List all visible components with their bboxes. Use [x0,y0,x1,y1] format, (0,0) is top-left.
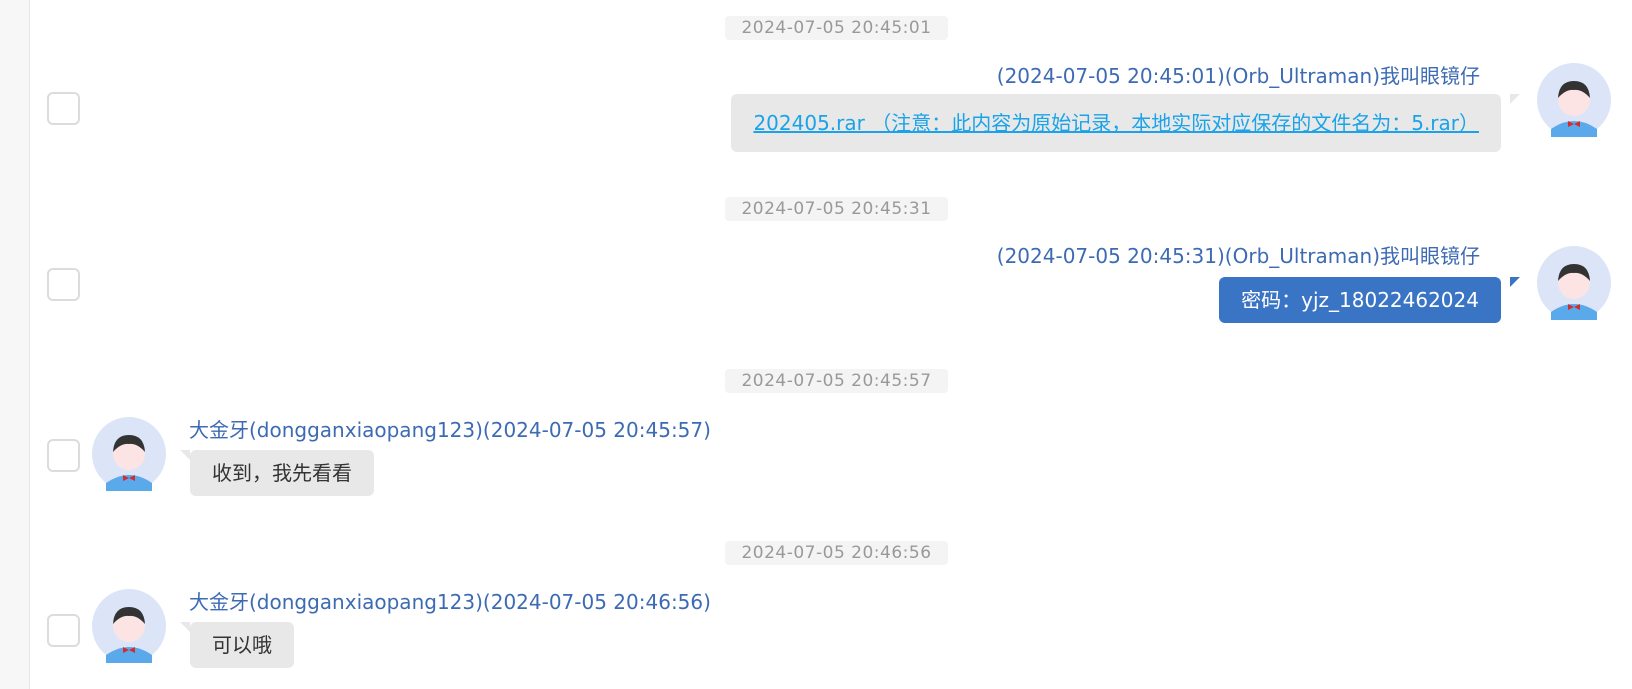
message-timestamp: 2024-07-05 20:45:57 [725,369,948,393]
avatar-icon[interactable] [1537,63,1611,137]
message-select-checkbox[interactable] [47,92,80,125]
message-select-checkbox[interactable] [47,614,80,647]
avatar-icon[interactable] [1537,246,1611,320]
message-timestamp: 2024-07-05 20:45:31 [725,197,948,221]
message-timestamp: 2024-07-05 20:45:01 [725,16,948,40]
sender-label: 大金牙(dongganxiaopang123)(2024-07-05 20:46… [189,590,711,614]
avatar-icon[interactable] [92,417,166,491]
message-timestamp: 2024-07-05 20:46:56 [725,541,948,565]
bubble-tail [180,450,190,460]
file-message-bubble: 202405.rar （注意：此内容为原始记录，本地实际对应保存的文件名为：5.… [731,94,1501,152]
sender-label: 大金牙(dongganxiaopang123)(2024-07-05 20:45… [189,418,711,442]
file-link[interactable]: 202405.rar （注意：此内容为原始记录，本地实际对应保存的文件名为：5.… [753,111,1479,135]
left-gutter [0,0,30,689]
sender-label: (2024-07-05 20:45:31)(Orb_Ultraman)我叫眼镜仔 [996,244,1480,268]
bubble-tail [1510,94,1520,104]
text-message-bubble: 可以哦 [190,622,294,668]
bubble-tail [180,622,190,632]
text-message-bubble: 密码：yjz_18022462024 [1219,277,1501,323]
message-select-checkbox[interactable] [47,268,80,301]
message-select-checkbox[interactable] [47,439,80,472]
text-message-bubble: 收到，我先看看 [190,450,374,496]
avatar-icon[interactable] [92,589,166,663]
sender-label: (2024-07-05 20:45:01)(Orb_Ultraman)我叫眼镜仔 [996,64,1480,88]
bubble-tail [1510,277,1520,287]
